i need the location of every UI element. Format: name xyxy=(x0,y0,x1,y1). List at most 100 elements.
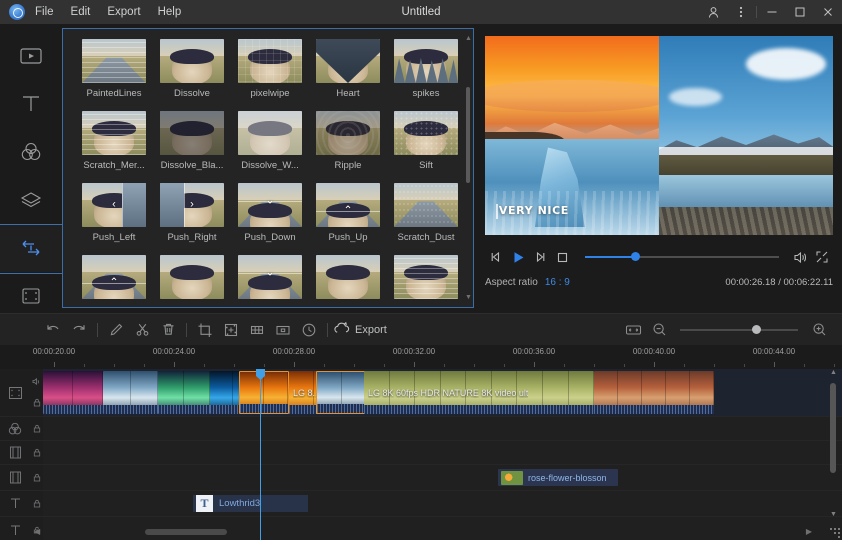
play-button[interactable] xyxy=(507,246,529,268)
lock-icon[interactable] xyxy=(33,469,41,487)
scroll-left-arrow[interactable]: ◀ xyxy=(34,527,40,536)
timeline-video-clip[interactable] xyxy=(43,371,103,414)
transition-item[interactable] xyxy=(387,255,465,304)
next-frame-button[interactable] xyxy=(529,246,551,268)
overlay-2-track-body[interactable]: rose-flower-blosson xyxy=(43,465,842,490)
video-preview[interactable]: VERY NICE xyxy=(485,36,833,235)
transition-item[interactable]: Scratch_Mer... xyxy=(75,111,153,171)
minimize-icon[interactable] xyxy=(758,0,786,24)
track-header-text-2[interactable] xyxy=(0,517,30,540)
menu-item-export[interactable]: Export xyxy=(107,6,140,18)
menu-item-edit[interactable]: Edit xyxy=(71,6,91,18)
scroll-down-arrow[interactable]: ▼ xyxy=(830,511,837,518)
volume-knob[interactable] xyxy=(631,252,640,261)
effects-track-body[interactable] xyxy=(43,417,842,440)
menu-item-help[interactable]: Help xyxy=(158,6,182,18)
track-header-overlay-1[interactable] xyxy=(0,441,30,464)
transition-item[interactable]: Dissolve_Bla... xyxy=(153,111,231,171)
timeline-video-clip[interactable] xyxy=(103,371,158,414)
rail-item-transitions[interactable] xyxy=(0,224,62,272)
timeline-video-clip[interactable] xyxy=(239,371,289,414)
lock-icon[interactable] xyxy=(33,394,41,412)
speed-button[interactable] xyxy=(296,317,322,343)
scroll-up-arrow[interactable]: ▲ xyxy=(830,369,837,376)
maximize-icon[interactable] xyxy=(786,0,814,24)
zoom-slider[interactable] xyxy=(680,320,798,340)
track-header-text-1[interactable] xyxy=(0,491,30,516)
timeline-video-clip[interactable]: LG 8K 60fps HDR NATURE 8K video ult xyxy=(364,371,594,414)
transition-item[interactable]: ‹Push_Left xyxy=(75,183,153,243)
transition-item[interactable]: spikes xyxy=(387,39,465,99)
menu-item-file[interactable]: File xyxy=(35,6,54,18)
timeline-video-clip[interactable] xyxy=(158,371,210,414)
library-scroll-area[interactable]: PaintedLinesDissolvepixelwipeHeartspikes… xyxy=(63,29,473,307)
export-button[interactable]: Export xyxy=(333,321,387,339)
stop-button[interactable] xyxy=(551,246,573,268)
user-icon[interactable] xyxy=(699,0,727,24)
speaker-icon[interactable] xyxy=(32,373,41,391)
timeline-video-clip[interactable] xyxy=(594,371,714,414)
rail-item-text[interactable] xyxy=(0,80,62,128)
redo-button[interactable] xyxy=(66,317,92,343)
split-button[interactable] xyxy=(129,317,155,343)
library-vertical-scrollbar[interactable]: ▲ ▼ xyxy=(465,35,471,301)
hscroll-thumb[interactable] xyxy=(145,529,227,535)
volume-icon[interactable] xyxy=(789,246,811,268)
rail-item-filters[interactable] xyxy=(0,128,62,176)
video-track-body[interactable]: LG 8...LG 8K 60fps HDR NATURE 8K video u… xyxy=(43,369,842,416)
overlay-clip-rose[interactable]: rose-flower-blosson xyxy=(498,469,618,486)
vscroll-thumb[interactable] xyxy=(830,383,836,473)
transition-item[interactable]: ⌄Push_Down xyxy=(231,183,309,243)
text-clip-lowthrid3[interactable]: T Lowthrid3 xyxy=(193,495,308,512)
transition-item[interactable]: Dissolve xyxy=(153,39,231,99)
more-vertical-icon[interactable] xyxy=(727,0,755,24)
aspect-ratio-value[interactable]: 16 : 9 xyxy=(545,277,570,288)
transition-item[interactable]: Ripple xyxy=(309,111,387,171)
rail-item-media[interactable] xyxy=(0,32,62,80)
lock-icon[interactable] xyxy=(33,444,41,462)
transition-item[interactable]: Dissolve_W... xyxy=(231,111,309,171)
rail-item-overlays[interactable] xyxy=(0,176,62,224)
timeline-vertical-scrollbar[interactable]: ▲ ▼ xyxy=(829,369,838,518)
undo-button[interactable] xyxy=(40,317,66,343)
scroll-down-arrow[interactable]: ▼ xyxy=(465,294,472,301)
delete-button[interactable] xyxy=(155,317,181,343)
transition-item[interactable]: PaintedLines xyxy=(75,39,153,99)
track-header-video[interactable] xyxy=(0,369,30,416)
lock-icon[interactable] xyxy=(33,420,41,438)
fullscreen-icon[interactable] xyxy=(811,246,833,268)
previous-frame-button[interactable] xyxy=(485,246,507,268)
transition-item[interactable]: ›Push_Right xyxy=(153,183,231,243)
close-icon[interactable] xyxy=(814,0,842,24)
timeline-horizontal-scrollbar[interactable]: ◀ ▶ xyxy=(30,526,816,537)
transition-item[interactable]: Heart xyxy=(309,39,387,99)
snapshot-button[interactable] xyxy=(270,317,296,343)
transition-item[interactable]: Scratch_Dust xyxy=(387,183,465,243)
text-1-track-body[interactable]: T Lowthrid3 xyxy=(43,491,842,516)
overlay-1-track-body[interactable] xyxy=(43,441,842,464)
scroll-up-arrow[interactable]: ▲ xyxy=(465,35,472,42)
transition-item[interactable]: Sift xyxy=(387,111,465,171)
pip-button[interactable] xyxy=(218,317,244,343)
transition-item[interactable]: ⌄ xyxy=(231,255,309,304)
transition-item[interactable]: ⌃ xyxy=(75,255,153,304)
transition-item[interactable] xyxy=(153,255,231,304)
timeline-video-clip[interactable] xyxy=(316,371,368,414)
crop-button[interactable] xyxy=(192,317,218,343)
playhead[interactable] xyxy=(260,369,261,540)
zoom-out-icon[interactable] xyxy=(646,317,672,343)
lock-icon[interactable] xyxy=(33,495,41,513)
track-header-effects[interactable] xyxy=(0,417,30,440)
zoom-slider-knob[interactable] xyxy=(752,325,761,334)
transition-item[interactable]: ⌃Push_Up xyxy=(309,183,387,243)
transition-item[interactable] xyxy=(309,255,387,304)
volume-slider[interactable] xyxy=(585,246,779,268)
mosaic-button[interactable] xyxy=(244,317,270,343)
zoom-in-icon[interactable] xyxy=(806,317,832,343)
timeline-ruler[interactable]: 00:00:20.0000:00:24.0000:00:28.0000:00:3… xyxy=(30,345,842,367)
resize-grip[interactable] xyxy=(829,527,840,538)
transition-item[interactable]: pixelwipe xyxy=(231,39,309,99)
library-scrollbar-thumb[interactable] xyxy=(466,87,470,183)
edit-button[interactable] xyxy=(103,317,129,343)
scroll-right-arrow[interactable]: ▶ xyxy=(806,527,812,536)
